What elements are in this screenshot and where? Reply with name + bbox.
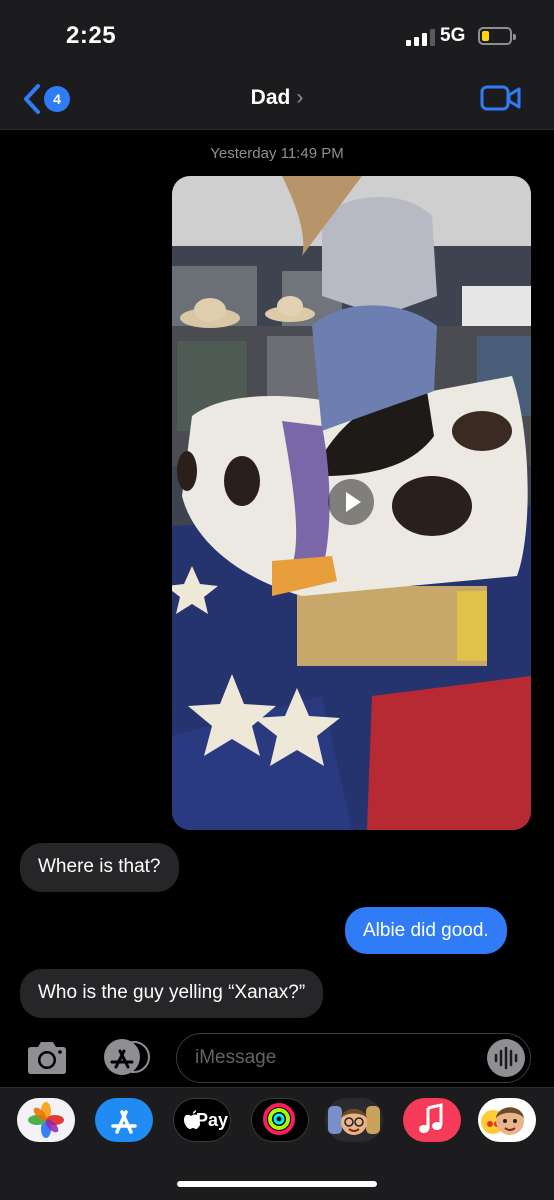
video-attachment[interactable]	[172, 176, 531, 830]
received-message-bubble[interactable]: Where is that?	[20, 843, 179, 892]
app-store-icon[interactable]	[95, 1098, 153, 1142]
video-camera-icon	[480, 85, 521, 111]
cellular-signal-icon	[406, 28, 436, 46]
message-input[interactable]: iMessage	[176, 1033, 531, 1083]
chevron-right-icon: ›	[296, 86, 304, 109]
camera-button[interactable]	[24, 1040, 70, 1076]
music-icon[interactable]	[403, 1098, 461, 1142]
apple-pay-label: Pay	[196, 1110, 229, 1130]
photos-icon[interactable]	[17, 1098, 75, 1142]
network-type: 5G	[440, 25, 466, 46]
message-timestamp: Yesterday 11:49 PM	[210, 145, 344, 162]
message-input-placeholder: iMessage	[195, 1047, 277, 1068]
waveform-icon	[494, 1046, 518, 1070]
contact-name: Dad	[250, 86, 291, 109]
conversation-header: 4 Dad ›	[0, 66, 554, 130]
camera-icon	[28, 1042, 66, 1074]
facetime-video-button[interactable]	[480, 84, 522, 112]
contact-title[interactable]: Dad ›	[0, 86, 554, 110]
memoji-icon[interactable]	[325, 1098, 383, 1142]
sent-message-bubble[interactable]: Albie did good.	[345, 907, 507, 954]
status-bar: 2:25 5G	[0, 0, 554, 66]
app-store-icon	[104, 1039, 150, 1075]
activity-icon[interactable]	[251, 1098, 309, 1142]
app-store-drawer-button[interactable]	[98, 1039, 152, 1075]
play-icon[interactable]	[328, 479, 374, 525]
audio-message-button[interactable]	[487, 1039, 525, 1077]
apple-pay-icon[interactable]: Pay	[173, 1098, 231, 1142]
clock: 2:25	[66, 22, 117, 49]
received-message-bubble[interactable]: Who is the guy yelling “Xanax?”	[20, 969, 324, 1018]
home-indicator[interactable]	[177, 1181, 377, 1187]
battery-icon	[478, 27, 516, 45]
memoji-stickers-icon[interactable]	[478, 1098, 536, 1142]
